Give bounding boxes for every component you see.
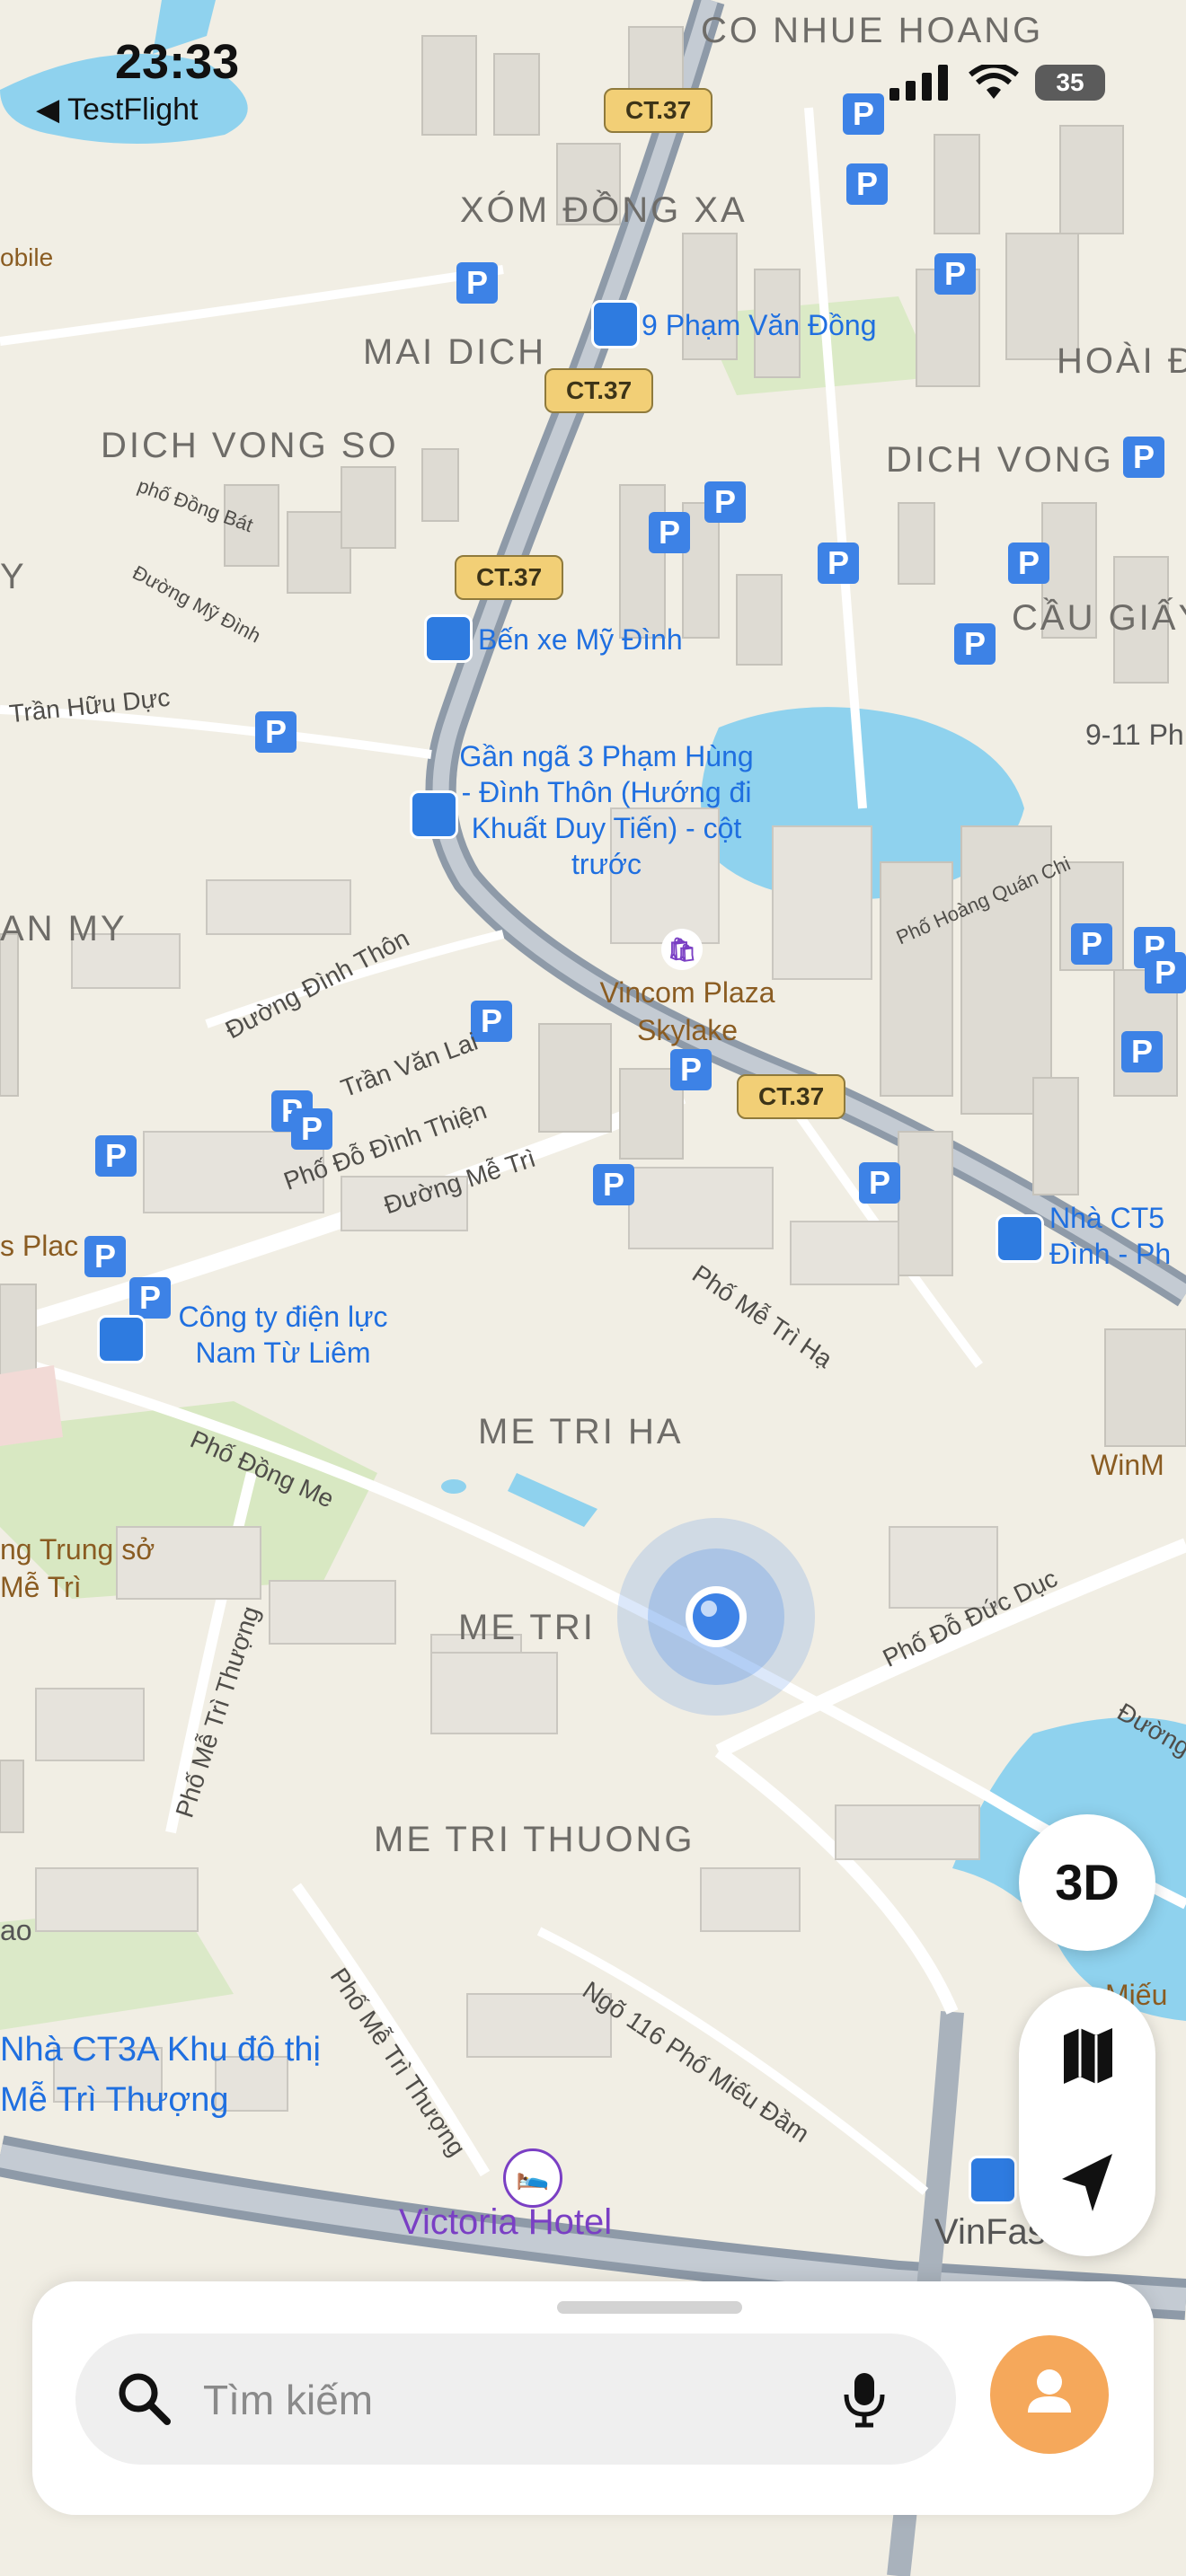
district-an-my: AN MY — [0, 909, 128, 948]
3d-toggle-label: 3D — [1055, 1854, 1120, 1910]
district-dich-vong-so: DICH VONG SO — [101, 426, 399, 465]
bus-stop-icon[interactable] — [996, 1214, 1044, 1263]
poi-9-11-ph[interactable]: 9-11 Ph — [1085, 717, 1184, 753]
parking-icon[interactable]: P — [704, 481, 746, 523]
poi-victoria-hotel[interactable]: Victoria Hotel — [399, 2202, 612, 2243]
district-xom-dong-xa: XÓM ĐỒNG XA — [460, 190, 748, 230]
district-me-tri-thuong: ME TRI THUONG — [374, 1820, 695, 1859]
person-icon — [1028, 2369, 1071, 2413]
parking-icon[interactable]: P — [471, 1001, 512, 1042]
bus-stop-icon[interactable] — [969, 2156, 1017, 2204]
profile-avatar-button[interactable] — [990, 2335, 1109, 2454]
location-arrow-icon[interactable] — [1019, 2122, 1155, 2256]
poi-nha-ct5[interactable]: Nhà CT5 Đình - Ph — [1049, 1200, 1184, 1272]
road-shield-ct37[interactable]: CT.37 — [737, 1074, 846, 1119]
map-mode-icon[interactable] — [1019, 1987, 1155, 2122]
back-arrow-icon: ◀ — [36, 93, 60, 127]
parking-icon[interactable]: P — [649, 512, 690, 553]
poi-ben-xe-my-dinh[interactable]: Bến xe Mỹ Đình — [478, 622, 683, 657]
search-input[interactable] — [201, 2333, 780, 2466]
search-icon — [119, 2373, 171, 2425]
poi-cong-ty-dien-luc[interactable]: Công ty điện lực Nam Từ Liêm — [153, 1299, 413, 1371]
parking-icon[interactable]: P — [954, 623, 996, 665]
parking-icon[interactable]: P — [84, 1236, 126, 1277]
search-bar[interactable] — [75, 2333, 956, 2466]
bus-stop-icon[interactable] — [97, 1315, 146, 1363]
bus-stop-icon[interactable] — [410, 790, 458, 839]
parking-icon[interactable]: P — [95, 1135, 137, 1177]
poi-nha-ct3a[interactable]: Nhà CT3A Khu đô thị Mễ Trì Thượng — [0, 2025, 341, 2125]
map-canvas[interactable]: CO NHUE HOANG XÓM ĐỒNG XA MAI DICH DICH … — [0, 0, 1186, 2576]
poi-winm[interactable]: WinM — [1091, 1446, 1164, 1484]
3d-toggle-button[interactable]: 3D — [1019, 1814, 1155, 1951]
parking-icon[interactable]: P — [1123, 437, 1164, 478]
parking-icon[interactable]: P — [1071, 923, 1112, 965]
road-shield-ct37[interactable]: CT.37 — [455, 555, 564, 600]
parking-icon[interactable]: P — [1145, 952, 1186, 993]
parking-icon[interactable]: P — [456, 262, 498, 304]
parking-icon[interactable]: P — [670, 1049, 712, 1090]
parking-icon[interactable]: P — [843, 93, 884, 135]
poi-vincom-plaza-skylake[interactable]: Vincom Plaza Skylake — [584, 974, 791, 1049]
poi-ao[interactable]: ao — [0, 1911, 32, 1949]
status-time: 23:33 — [115, 35, 240, 89]
battery-indicator: 35 — [1035, 65, 1105, 101]
map-controls-group — [1019, 1987, 1155, 2256]
parking-icon[interactable]: P — [846, 163, 888, 205]
sheet-grabber[interactable] — [557, 2301, 742, 2314]
bus-stop-icon[interactable] — [591, 300, 640, 348]
district-me-tri-ha: ME TRI HA — [478, 1412, 684, 1451]
district-mai-dich: MAI DICH — [363, 332, 546, 372]
road-shield-ct37[interactable]: CT.37 — [544, 368, 654, 413]
poi-mobile[interactable]: obile — [0, 239, 53, 277]
bus-stop-icon[interactable] — [424, 614, 473, 663]
road-shield-ct37[interactable]: CT.37 — [604, 88, 713, 133]
poi-s-plac[interactable]: s Plac — [0, 1227, 78, 1265]
parking-icon[interactable]: P — [1008, 543, 1049, 584]
cellular-signal-icon — [890, 65, 948, 101]
district-cau-giay: CẦU GIẤY — [1012, 598, 1186, 638]
district-me-tri: ME TRI — [458, 1608, 596, 1647]
poi-bus-ga3-pham-hung[interactable]: Gần ngã 3 Phạm Hùng - Đình Thôn (Hướng đ… — [458, 738, 755, 882]
hotel-bed-icon[interactable]: 🛌 — [503, 2148, 562, 2208]
status-icons: 35 — [890, 65, 1105, 101]
district-hoai-duc: HOÀI Đ — [1057, 341, 1186, 381]
poi-bus-pham-van-dong[interactable]: 9 Phạm Văn Đồng — [642, 307, 877, 343]
parking-icon[interactable]: P — [1121, 1031, 1163, 1072]
parking-icon[interactable]: P — [255, 711, 296, 753]
parking-icon[interactable]: P — [818, 543, 859, 584]
parking-icon[interactable]: P — [291, 1108, 332, 1150]
district-co-nhue-hoang: CO NHUE HOANG — [701, 11, 1044, 50]
wifi-icon — [969, 65, 1019, 99]
shopping-bag-icon[interactable]: 🛍 — [661, 929, 703, 970]
district-y: Y — [0, 557, 27, 596]
back-app-label: TestFlight — [67, 93, 199, 127]
microphone-icon[interactable] — [837, 2368, 891, 2430]
bottom-sheet[interactable] — [32, 2281, 1154, 2515]
parking-icon[interactable]: P — [593, 1164, 634, 1205]
parking-icon[interactable]: P — [934, 253, 976, 295]
district-dich-vong-h: DICH VONG H — [886, 440, 1155, 480]
back-to-app-link[interactable]: ◀ TestFlight — [36, 92, 199, 128]
parking-icon[interactable]: P — [859, 1162, 900, 1204]
poi-trung-so-me-tri[interactable]: ng Trung sở Mễ Trì — [0, 1531, 180, 1606]
